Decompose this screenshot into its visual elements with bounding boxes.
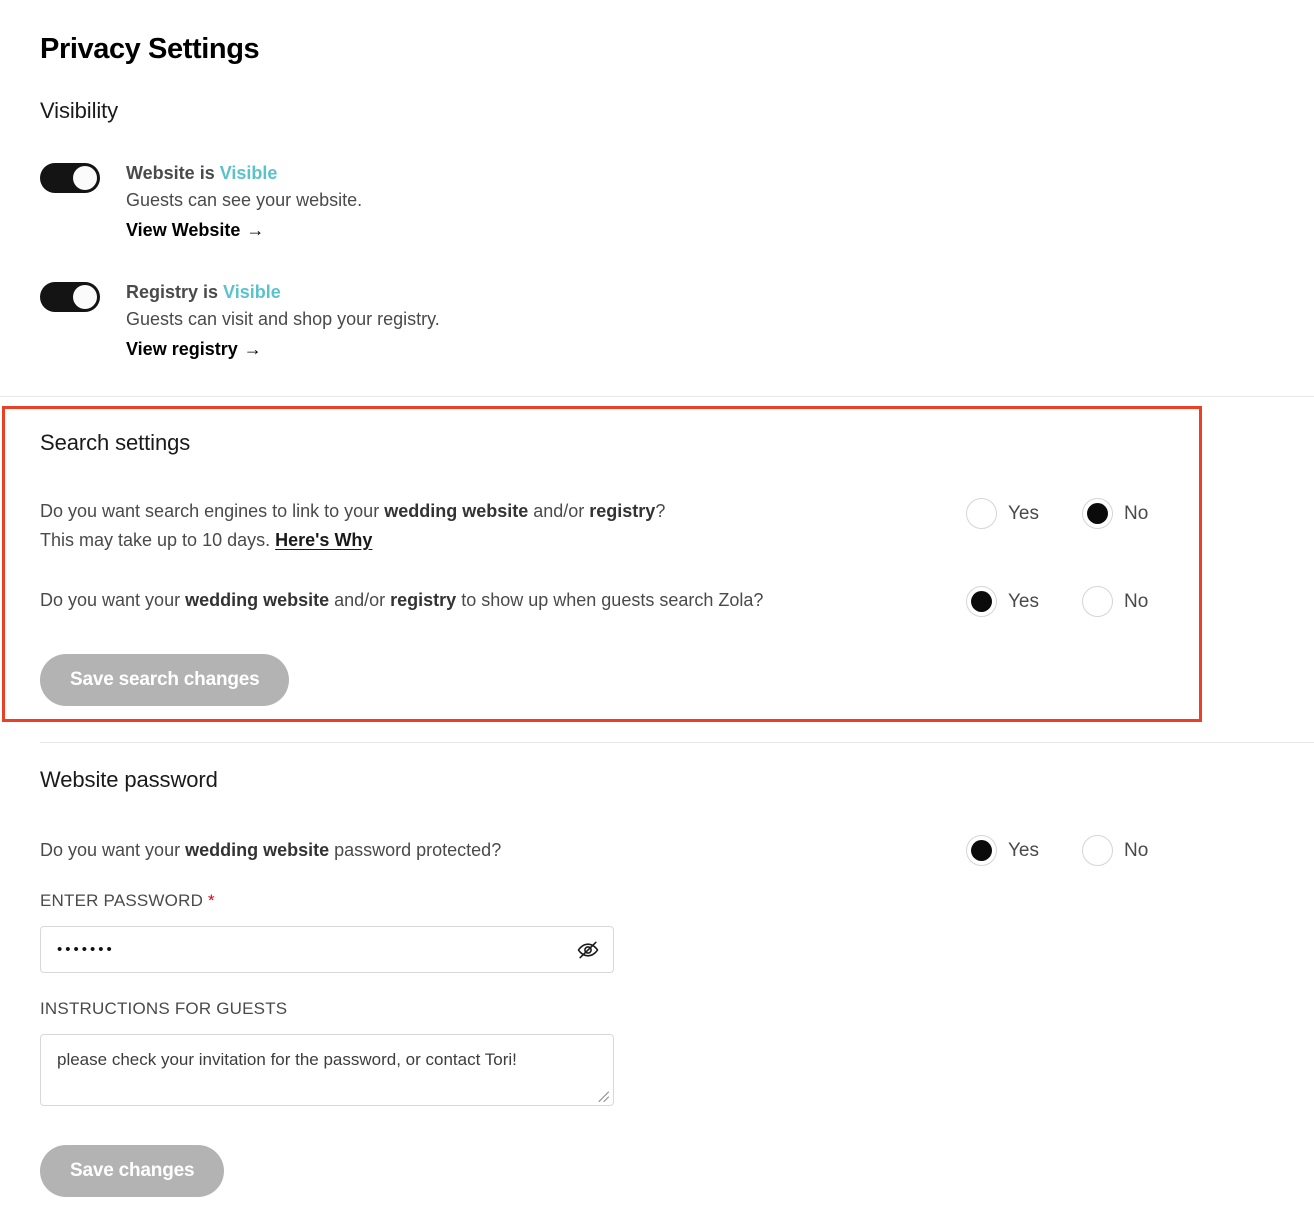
section-divider: [40, 742, 1314, 743]
password-protected-question-text: Do you want your wedding website passwor…: [40, 836, 501, 865]
save-search-changes-button[interactable]: Save search changes: [40, 654, 290, 706]
q2-text-bold-registry: registry: [390, 590, 457, 610]
password-protected-radio-no[interactable]: No: [1082, 835, 1148, 866]
view-registry-link[interactable]: View registry →: [126, 335, 262, 365]
zola-search-question-text: Do you want your wedding website and/or …: [40, 586, 763, 615]
heres-why-link[interactable]: Here's Why: [275, 530, 372, 550]
radio-circle: [1082, 586, 1113, 617]
website-password-heading: Website password: [40, 767, 218, 792]
q1-text-a: Do you want search engines to link to yo…: [40, 501, 385, 521]
view-website-link-label: View Website: [126, 219, 241, 240]
search-engines-radio-no-label: No: [1124, 503, 1149, 524]
search-engines-radio-group: Yes No: [966, 498, 1148, 529]
resize-handle-icon[interactable]: [596, 1089, 610, 1103]
registry-visibility-title-prefix: Registry is: [126, 282, 224, 302]
zola-search-question-row: Do you want your wedding website and/or …: [40, 586, 763, 615]
toggle-knob: [73, 285, 97, 309]
search-engines-question-row: Do you want search engines to link to yo…: [40, 497, 665, 555]
registry-visibility-text: Registry is Visible Guests can visit and…: [126, 279, 440, 364]
q2-text-e: to show up when guests search Zola?: [456, 590, 764, 610]
password-protected-radio-group: Yes No: [966, 835, 1148, 866]
enter-password-label-text: ENTER PASSWORD: [40, 891, 204, 910]
save-changes-button[interactable]: Save changes: [40, 1145, 225, 1197]
zola-search-radio-yes[interactable]: Yes: [966, 586, 1039, 617]
search-engines-radio-yes[interactable]: Yes: [966, 498, 1039, 529]
password-protected-radio-no-label: No: [1124, 840, 1149, 861]
password-protected-radio-yes[interactable]: Yes: [966, 835, 1039, 866]
registry-visibility-title: Registry is Visible: [126, 279, 440, 305]
q2-text-a: Do you want your: [40, 590, 186, 610]
website-visibility-title: Website is Visible: [126, 160, 362, 186]
registry-visibility-toggle[interactable]: [40, 282, 100, 312]
zola-search-radio-group: Yes No: [966, 586, 1148, 617]
arrow-right-icon: →: [243, 338, 262, 359]
instructions-textarea-wrapper[interactable]: please check your invitation for the pas…: [40, 1034, 614, 1106]
pw-q-text-c: password protected?: [329, 840, 502, 860]
pw-q-text-a: Do you want your: [40, 840, 186, 860]
radio-circle: [966, 835, 997, 866]
q1-text-line2: This may take up to 10 days.: [40, 529, 276, 550]
q1-text-bold-registry: registry: [589, 501, 656, 521]
visibility-row-registry: Registry is Visible Guests can visit and…: [40, 281, 440, 364]
toggle-knob: [73, 166, 97, 190]
instructions-textarea-value: please check your invitation for the pas…: [57, 1050, 517, 1069]
search-settings-heading: Search settings: [40, 430, 191, 455]
page-title: Privacy Settings: [40, 33, 260, 65]
radio-circle: [1082, 498, 1113, 529]
password-input-value: •••••••: [57, 941, 115, 958]
radio-circle: [966, 498, 997, 529]
registry-visibility-state: Visible: [223, 282, 281, 302]
zola-search-radio-yes-label: Yes: [1008, 591, 1039, 612]
q1-text-e: ?: [655, 501, 666, 521]
password-input-wrapper[interactable]: •••••••: [40, 926, 614, 973]
zola-search-radio-no-label: No: [1124, 591, 1149, 612]
radio-circle: [966, 586, 997, 617]
instructions-for-guests-label: INSTRUCTIONS FOR GUESTS: [40, 999, 288, 1018]
radio-circle: [1082, 835, 1113, 866]
view-website-link[interactable]: View Website →: [126, 216, 264, 246]
zola-search-radio-no[interactable]: No: [1082, 586, 1148, 617]
website-visibility-text: Website is Visible Guests can see your w…: [126, 160, 362, 245]
q2-text-bold-website: wedding website: [185, 590, 330, 610]
eye-slash-icon[interactable]: [575, 937, 601, 963]
q1-text-c: and/or: [528, 501, 590, 521]
pw-q-text-bold-website: wedding website: [185, 840, 330, 860]
arrow-right-icon: →: [246, 219, 265, 240]
visibility-section-heading: Visibility: [40, 98, 119, 123]
search-engines-radio-no[interactable]: No: [1082, 498, 1148, 529]
search-engines-question-text: Do you want search engines to link to yo…: [40, 497, 665, 555]
website-visibility-title-prefix: Website is: [126, 163, 220, 183]
website-visibility-state: Visible: [219, 163, 278, 183]
search-engines-radio-yes-label: Yes: [1008, 503, 1039, 524]
website-visibility-toggle[interactable]: [40, 163, 100, 193]
required-asterisk: *: [208, 891, 215, 910]
password-protected-radio-yes-label: Yes: [1008, 840, 1039, 861]
website-visibility-description: Guests can see your website.: [126, 190, 363, 211]
q2-text-c: and/or: [329, 590, 391, 610]
registry-visibility-description: Guests can visit and shop your registry.: [126, 309, 440, 330]
enter-password-label: ENTER PASSWORD *: [40, 891, 215, 911]
visibility-row-website: Website is Visible Guests can see your w…: [40, 162, 362, 245]
section-divider: [0, 396, 1314, 397]
q1-text-bold-website: wedding website: [384, 501, 529, 521]
view-registry-link-label: View registry: [126, 338, 238, 359]
